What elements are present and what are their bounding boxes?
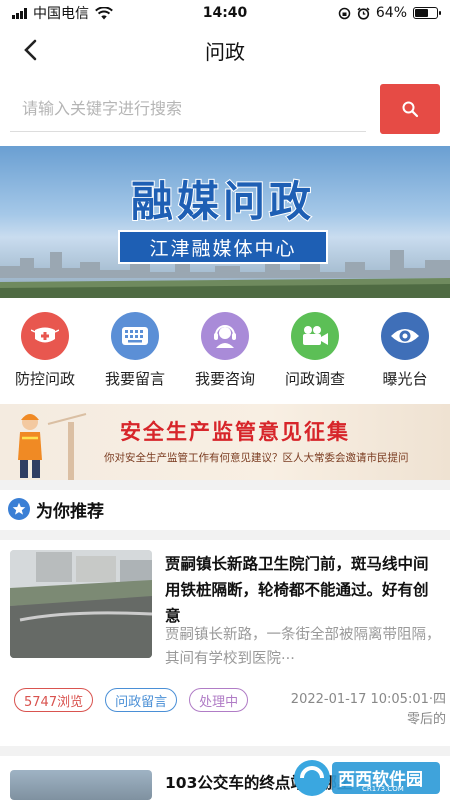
watermark-logo: 西西软件园 CR173.COM xyxy=(292,756,442,798)
menu-label: 曝光台 xyxy=(382,370,428,388)
article-thumbnail xyxy=(10,550,152,658)
feature-menu: 防控问政 我要留言 我要咨询 问政调查 曝光台 xyxy=(0,312,450,396)
video-camera-icon xyxy=(291,312,339,360)
mask-icon xyxy=(21,312,69,360)
menu-label: 防控问政 xyxy=(14,370,75,388)
recommend-header: 为你推荐 xyxy=(0,490,450,528)
search-bar xyxy=(0,82,450,138)
article-tags: 5747浏览 问政留言 处理中 xyxy=(14,688,249,712)
article-title[interactable]: 贾嗣镇长新路卫生院门前，斑马线中间用铁桩隔断，轮椅都不能通过。好有创意 xyxy=(165,551,441,629)
star-icon xyxy=(8,498,30,520)
article-summary: 贾嗣镇长新路，一条街全部被隔离带阻隔，其间有学校到医院··· xyxy=(165,627,441,667)
alarm-icon xyxy=(357,6,370,20)
section-divider xyxy=(0,480,450,490)
category-badge: 问政留言 xyxy=(105,688,178,712)
search-button[interactable] xyxy=(380,84,440,134)
navigation-bar: 问政 xyxy=(0,26,450,74)
article-timestamp: 2022-01-17 10:05:01·四零后的 xyxy=(290,692,446,727)
banner-title: 融媒问政 xyxy=(130,176,315,227)
rotation-lock-icon xyxy=(338,7,351,19)
chevron-left-icon xyxy=(24,39,37,61)
menu-item-exposure[interactable]: 曝光台 xyxy=(360,312,450,396)
status-bar: 中国电信 14:40 64% xyxy=(0,0,450,26)
keyboard-icon xyxy=(111,312,159,360)
menu-label: 问政调查 xyxy=(284,370,345,388)
headset-icon xyxy=(201,312,249,360)
search-icon xyxy=(402,101,419,118)
worker-illustration xyxy=(18,413,87,480)
survey-title: 安全生产监管意见征集 xyxy=(120,420,350,444)
menu-label: 我要咨询 xyxy=(194,370,255,388)
search-input[interactable] xyxy=(10,86,366,132)
page-title: 问政 xyxy=(205,39,245,64)
article-thumbnail xyxy=(10,770,152,800)
banner-carousel[interactable]: 融媒问政 江津融媒体中心 xyxy=(0,146,450,298)
menu-label: 我要留言 xyxy=(104,370,165,388)
carrier-label: 中国电信 xyxy=(33,6,89,22)
battery-percent: 64% xyxy=(375,5,407,21)
menu-item-survey[interactable]: 问政调查 xyxy=(270,312,360,396)
section-divider xyxy=(0,530,450,540)
status-badge: 处理中 xyxy=(189,688,249,712)
recommend-title: 为你推荐 xyxy=(36,501,104,522)
survey-banner[interactable]: 安全生产监管意见征集 你对安全生产监管工作有何意见建议？区人大常委会邀请市民提问 xyxy=(0,404,450,480)
back-button[interactable] xyxy=(14,34,46,66)
banner-subtitle: 江津融媒体中心 xyxy=(118,230,328,264)
cellular-signal-icon xyxy=(12,7,27,19)
views-badge: 5747浏览 xyxy=(14,688,94,712)
section-divider xyxy=(0,746,450,756)
clock: 14:40 xyxy=(202,5,248,21)
wifi-icon xyxy=(95,6,113,19)
menu-item-consult[interactable]: 我要咨询 xyxy=(180,312,270,396)
eye-icon xyxy=(381,312,429,360)
menu-item-leave-message[interactable]: 我要留言 xyxy=(90,312,180,396)
menu-item-epidemic-inquiry[interactable]: 防控问政 xyxy=(0,312,90,396)
battery-icon xyxy=(413,7,441,19)
survey-subtitle: 你对安全生产监管工作有何意见建议？区人大常委会邀请市民提问 xyxy=(104,452,409,464)
watermark-subtext: CR173.COM xyxy=(362,785,404,793)
